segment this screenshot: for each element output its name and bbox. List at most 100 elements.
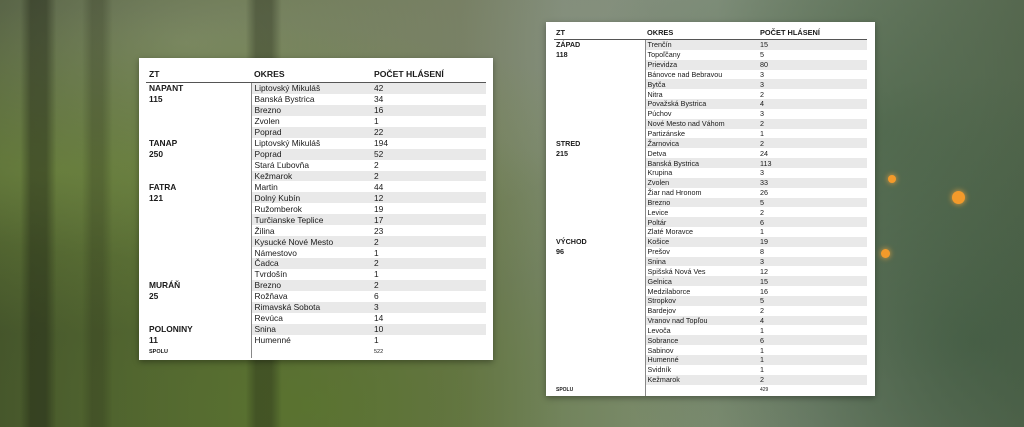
cell-zt: [554, 207, 645, 217]
cell-zt: [146, 269, 251, 280]
cell-count: 2: [371, 236, 486, 248]
right-report-table: ZT OKRES POČET HLÁSENÍ ZÁPAD Trenčín 15 118…: [554, 27, 867, 396]
cell-okres: Gelnica: [644, 276, 758, 287]
cell-count: 8: [760, 247, 764, 257]
cell-count: 1: [760, 325, 764, 335]
cell-zt: 118: [556, 50, 568, 60]
cell-count: 5: [758, 197, 867, 208]
cell-zt: [554, 168, 645, 178]
cell-count: 6: [374, 291, 379, 302]
cell-okres: Poprad: [250, 126, 371, 138]
cell-count: 3: [371, 301, 486, 313]
cell-zt: 121: [146, 192, 251, 204]
cell-okres: Žarnovica: [644, 138, 758, 149]
cell-okres: Sabinov: [644, 345, 758, 355]
table-row: Zvolen 33: [554, 177, 867, 188]
cell-zt: [554, 286, 645, 296]
cell-zt: [554, 118, 645, 129]
cell-zt: 215: [556, 148, 568, 158]
cell-zt: [554, 70, 645, 80]
cell-okres: Ružomberok: [250, 203, 371, 215]
table-row: Čadca 2: [146, 258, 486, 269]
table-row: Levoča 1: [554, 325, 867, 336]
cell-count: 6: [758, 217, 867, 228]
table-row: Prievidza 80: [554, 59, 867, 70]
cell-okres: Námestovo: [250, 247, 371, 258]
cell-zt: [554, 335, 645, 346]
cell-count: 2: [760, 89, 764, 99]
cell-count: 2: [371, 170, 486, 182]
cell-okres: Nové Mesto nad Váhom: [644, 118, 758, 129]
cell-count: 42: [371, 82, 486, 94]
total-okres: [644, 384, 758, 396]
cell-zt: NAPANT: [146, 82, 251, 94]
cell-okres: Levoča: [644, 325, 758, 336]
table-row: NAPANT Liptovský Mikuláš 42: [146, 82, 486, 94]
cell-count: 2: [758, 374, 867, 385]
cell-okres: Tvrdošín: [250, 268, 371, 280]
cell-count: 2: [760, 306, 764, 316]
table-row: 96 Prešov 8: [554, 246, 867, 257]
cell-zt: [554, 188, 645, 198]
table-row: Humenné 1: [554, 355, 867, 365]
cell-count: 2: [760, 207, 764, 217]
table-row: Brezno 16: [146, 104, 486, 116]
table-row: Zvolen 1: [146, 115, 486, 127]
cell-count: 6: [758, 335, 867, 346]
cell-zt: [146, 170, 251, 182]
cell-count: 4: [758, 315, 867, 326]
cell-count: 16: [371, 104, 486, 116]
cell-count: 2: [374, 160, 379, 171]
cell-okres: Prešov: [644, 246, 758, 257]
cell-count: 1: [760, 365, 764, 375]
cell-zt: [554, 177, 645, 188]
cell-okres: Humenné: [250, 334, 371, 346]
cell-zt: [554, 99, 645, 109]
cell-okres: Bytča: [644, 79, 758, 90]
cell-count: 19: [758, 236, 867, 247]
cell-count: 1: [374, 116, 379, 127]
cell-okres: Topoľčany: [644, 49, 758, 60]
cell-zt: [554, 365, 645, 375]
cell-count: 2: [758, 118, 867, 129]
table-row: Spišská Nová Ves 12: [554, 266, 867, 277]
table-row: Turčianske Teplice 17: [146, 214, 486, 226]
cell-okres: Žilina: [250, 225, 371, 237]
cell-okres: Banská Bystrica: [250, 93, 371, 105]
cell-okres: Púchov: [644, 108, 758, 119]
cell-okres: Poprad: [250, 148, 371, 160]
table-row: Poprad 22: [146, 126, 486, 138]
cell-okres: Medzilaborce: [644, 286, 758, 296]
cell-zt: [554, 197, 645, 208]
cell-okres: Snina: [644, 256, 758, 267]
table-row: Námestovo 1: [146, 247, 486, 258]
cell-count: 80: [758, 59, 867, 70]
cell-zt: [554, 266, 645, 276]
cell-okres: Žiar nad Hronom: [644, 187, 758, 198]
cell-count: 1: [760, 227, 764, 237]
table-row: Gelnica 15: [554, 276, 867, 287]
cell-zt: [554, 345, 645, 355]
cell-okres: Stará Ľubovňa: [250, 159, 371, 171]
left-report-table: ZT OKRES POČET HLÁSENÍ NAPANT Liptovský M…: [146, 67, 486, 358]
right-table-body: ZÁPAD Trenčín 15 118 Topoľčany 5 Prievidza 80 Bá…: [554, 39, 867, 396]
cell-count: 2: [371, 258, 486, 269]
table-row: Banská Bystrica 113: [554, 158, 867, 168]
table-row: Považská Bystrica 4: [554, 99, 867, 109]
cell-okres: Martin: [250, 181, 371, 193]
cell-okres: Rimavská Sobota: [250, 301, 371, 313]
table-row: Poltár 6: [554, 217, 867, 228]
map-marker-dot: [881, 249, 890, 258]
cell-count: 113: [758, 158, 867, 168]
table-row: 11 Humenné 1: [146, 334, 486, 346]
cell-okres: Dolný Kubín: [250, 192, 371, 204]
cell-count: 5: [758, 295, 867, 306]
cell-count: 15: [758, 276, 867, 287]
cell-zt: [554, 158, 645, 168]
cell-okres: Liptovský Mikuláš: [250, 137, 371, 149]
table-row: Bardejov 2: [554, 305, 867, 316]
cell-okres: Bardejov: [644, 305, 758, 316]
cell-count: 14: [374, 313, 384, 324]
cell-count: 23: [374, 225, 384, 236]
cell-okres: Sobrance: [644, 335, 758, 346]
